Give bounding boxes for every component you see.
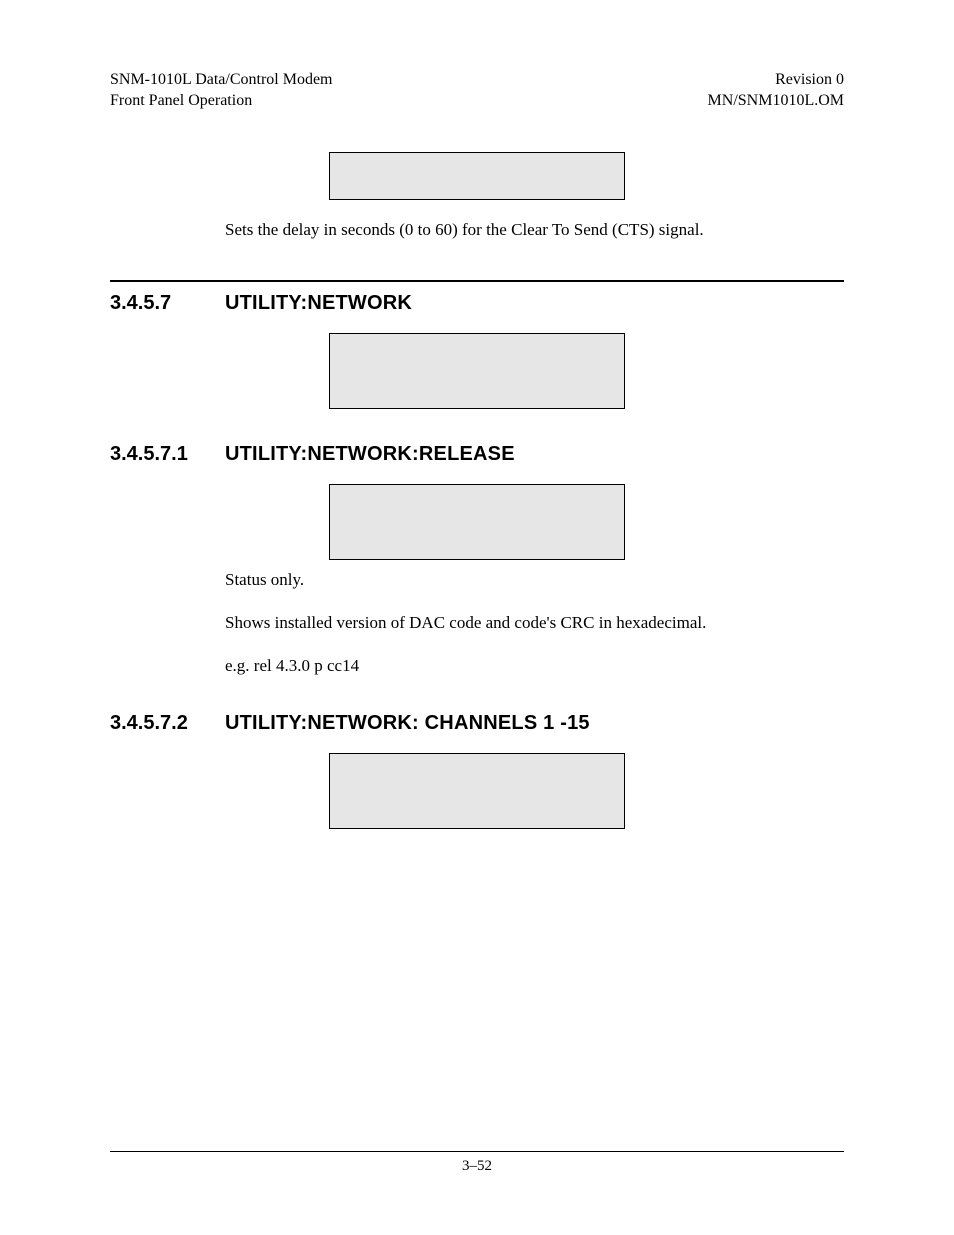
header-docid: MN/SNM1010L.OM — [708, 91, 844, 112]
footer-rule — [110, 1151, 844, 1153]
display-box-3 — [329, 484, 625, 560]
heading-title: UTILITY:NETWORK — [225, 292, 412, 315]
intro-paragraph: Sets the delay in seconds (0 to 60) for … — [225, 218, 834, 243]
header-left: SNM-1010L Data/Control Modem Front Panel… — [110, 70, 333, 112]
release-p2: Shows installed version of DAC code and … — [225, 611, 834, 636]
header-right: Revision 0 MN/SNM1010L.OM — [708, 70, 844, 112]
heading-3-4-5-7: 3.4.5.7 UTILITY:NETWORK — [110, 292, 844, 315]
heading-3-4-5-7-1: 3.4.5.7.1 UTILITY:NETWORK:RELEASE — [110, 443, 844, 466]
page-footer: 3–52 — [110, 1151, 844, 1176]
heading-num: 3.4.5.7.2 — [110, 712, 225, 735]
heading-3-4-5-7-2: 3.4.5.7.2 UTILITY:NETWORK: CHANNELS 1 -1… — [110, 712, 844, 735]
heading-num: 3.4.5.7 — [110, 292, 225, 315]
page-header: SNM-1010L Data/Control Modem Front Panel… — [110, 70, 844, 112]
header-model: SNM-1010L Data/Control Modem — [110, 70, 333, 91]
heading-title: UTILITY:NETWORK: CHANNELS 1 -15 — [225, 712, 590, 735]
page: SNM-1010L Data/Control Modem Front Panel… — [0, 0, 954, 1235]
header-revision: Revision 0 — [708, 70, 844, 91]
display-box-1 — [329, 152, 625, 200]
heading-title: UTILITY:NETWORK:RELEASE — [225, 443, 515, 466]
section-rule-1 — [110, 280, 844, 282]
display-box-2 — [329, 333, 625, 409]
release-p3: e.g. rel 4.3.0 p cc14 — [225, 654, 834, 679]
header-section: Front Panel Operation — [110, 91, 333, 112]
release-p1: Status only. — [225, 568, 834, 593]
display-box-4 — [329, 753, 625, 829]
page-number: 3–52 — [110, 1158, 844, 1175]
heading-num: 3.4.5.7.1 — [110, 443, 225, 466]
